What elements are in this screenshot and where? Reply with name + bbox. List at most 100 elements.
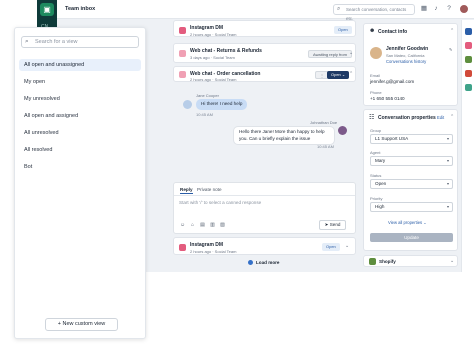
conversation-card[interactable]: Web chat - Returns & Refunds 3 days ago … xyxy=(173,43,356,63)
conversation-meta: 3 days ago · Social Team xyxy=(190,55,235,60)
priority-select[interactable]: High ▾ xyxy=(370,202,453,212)
new-custom-view-button[interactable]: + New custom view xyxy=(45,318,118,331)
contact-info-card: Contact info ☻ ⌃ Jennifer Goodwin San Ma… xyxy=(363,23,458,106)
incoming-message: Hi there! I need help xyxy=(196,99,248,110)
conversation-name: Instagram DM xyxy=(190,242,224,248)
app-icon[interactable] xyxy=(465,84,472,91)
outgoing-message: Hello there Jane! More than happy to hel… xyxy=(233,126,335,145)
status-dropdown[interactable]: Open ⌄ xyxy=(327,71,350,79)
view-item-all-unresolved[interactable]: All unresolved xyxy=(19,127,141,139)
global-search-input[interactable]: ⌕ Search conversation, contacts etc. xyxy=(333,4,415,21)
conversation-name: Instagram DM xyxy=(190,25,224,31)
conversation-meta: 2 hours ago · Social Team xyxy=(190,249,237,254)
reply-input[interactable]: Start with '/' to select a canned respon… xyxy=(179,200,261,205)
inbox-logo-icon[interactable]: ▣ xyxy=(40,3,54,16)
contact-name: Jennifer Goodwin xyxy=(386,46,429,52)
chevron-down-icon[interactable]: ⌄ xyxy=(345,243,349,249)
chat-icon xyxy=(179,71,186,78)
contact-location: San Mateo, California xyxy=(386,53,425,58)
agent-label: Agent xyxy=(370,150,381,155)
load-more-label: Load more xyxy=(256,260,280,265)
conversation-card[interactable]: Instagram DM 2 hours ago · Social Team O… xyxy=(173,237,356,255)
conversation-properties-card: ☷ Conversation properties Edit ⌃ Group L… xyxy=(363,109,458,251)
view-item-all-resolved[interactable]: All resolved xyxy=(19,144,141,156)
agent-value: Mary xyxy=(375,158,386,163)
user-avatar[interactable] xyxy=(459,4,469,14)
send-button[interactable]: ➤ Send xyxy=(319,220,346,230)
views-panel: ⌕ Search for a view All open and unassig… xyxy=(14,27,146,339)
top-bar: Team inbox ⌕ Search conversation, contac… xyxy=(37,0,474,21)
view-search-input[interactable]: ⌕ Search for a view xyxy=(21,36,139,48)
update-button[interactable]: Update xyxy=(370,233,453,242)
group-value: L1 Support USA xyxy=(375,136,409,141)
view-item-bot[interactable]: Bot xyxy=(19,161,141,173)
contact-app-icon[interactable] xyxy=(465,28,472,35)
tab-private-note[interactable]: Private note xyxy=(197,187,222,192)
properties-section-title: Conversation properties xyxy=(378,115,436,121)
chevron-up-icon[interactable]: ⌃ xyxy=(349,71,353,77)
conversation-meta: 2 hours ago · Social Team xyxy=(190,32,237,37)
more-icon[interactable]: ▧ xyxy=(219,222,226,229)
group-select[interactable]: L1 Support USA ▾ xyxy=(370,134,453,144)
group-label: Group xyxy=(370,128,382,133)
incoming-time: 10:45 AM xyxy=(196,112,213,117)
conversation-card-expanded[interactable]: Web chat - Order cancellation 2 hours ag… xyxy=(173,66,356,82)
search-icon: ⌕ xyxy=(337,6,341,12)
status-select[interactable]: Open ▾ xyxy=(370,179,453,189)
chat-thread: Jane Cooper Hi there! I need help 10:45 … xyxy=(173,82,356,182)
view-item-all-open-unassigned[interactable]: All open and unassigned xyxy=(19,59,141,71)
load-more-button[interactable]: Load more xyxy=(248,260,279,265)
search-icon: ⌕ xyxy=(25,38,29,45)
view-item-my-open[interactable]: My open xyxy=(19,76,141,88)
reply-composer: Reply Private note Start with '/' to sel… xyxy=(173,182,356,234)
priority-label: Priority xyxy=(370,196,383,201)
phone-value: +1 650 555 0140 xyxy=(370,96,405,101)
status-badge: Open xyxy=(322,243,340,251)
grid-icon[interactable]: ▦ xyxy=(420,5,428,13)
help-icon[interactable]: ? xyxy=(445,5,453,13)
conversation-card[interactable]: Instagram DM 2 hours ago · Social Team O… xyxy=(173,20,356,37)
emoji-icon[interactable]: ☺ xyxy=(179,222,186,229)
status-dropdown-label: Open xyxy=(331,72,341,77)
attachment-icon[interactable]: ⌂ xyxy=(189,222,196,229)
conversation-name: Web chat - Returns & Refunds xyxy=(190,48,262,54)
app-icon[interactable] xyxy=(465,42,472,49)
image-icon[interactable]: ▤ xyxy=(199,222,206,229)
agent-select[interactable]: Mary ▾ xyxy=(370,156,453,166)
canned-response-icon[interactable]: ▥ xyxy=(209,222,216,229)
bell-icon[interactable]: ♪ xyxy=(432,5,440,13)
status-label: Status xyxy=(370,173,382,178)
chevron-down-icon[interactable]: ⌄ xyxy=(450,258,454,264)
chevron-up-icon[interactable]: ⌃ xyxy=(450,28,454,34)
chevron-up-icon[interactable]: ⌃ xyxy=(450,114,454,120)
caret-icon: ▾ xyxy=(446,136,449,141)
tab-reply[interactable]: Reply xyxy=(180,187,193,194)
chevron-down-icon[interactable]: ⌄ xyxy=(349,50,353,56)
outgoing-time: 10:45 AM xyxy=(317,144,334,149)
contact-icon: ☻ xyxy=(369,28,376,34)
priority-value: High xyxy=(375,204,385,209)
edit-properties-link[interactable]: Edit xyxy=(437,115,444,120)
incoming-sender: Jane Cooper xyxy=(196,93,219,98)
app-icon[interactable] xyxy=(465,70,472,77)
email-value: jennifer.g@gmail.com xyxy=(370,79,415,84)
edit-contact-icon[interactable]: ✎ xyxy=(449,47,452,52)
view-item-all-open-assigned[interactable]: All open and assigned xyxy=(19,110,141,122)
load-more-icon xyxy=(248,260,253,265)
conversation-history-link[interactable]: Conversations history xyxy=(386,59,426,64)
global-search-placeholder: Search conversation, contacts etc. xyxy=(346,7,407,21)
outgoing-sender: Johnathan Doe xyxy=(310,120,338,125)
new-custom-view-label: New custom view xyxy=(62,321,106,327)
shopify-card[interactable]: Shopify ⌄ xyxy=(363,255,458,267)
instagram-icon xyxy=(179,27,186,34)
contact-section-title: Contact info xyxy=(378,29,408,35)
view-all-properties-link[interactable]: View all properties ⌄ xyxy=(388,220,427,225)
status-badge: Open xyxy=(334,26,352,34)
view-search-placeholder: Search for a view xyxy=(35,39,78,45)
instagram-icon xyxy=(179,244,186,251)
caret-icon: ▾ xyxy=(446,158,449,163)
chat-icon xyxy=(179,50,186,57)
caret-icon: ▾ xyxy=(446,204,449,209)
view-item-my-unresolved[interactable]: My unresolved xyxy=(19,93,141,105)
shopify-app-icon[interactable] xyxy=(465,56,472,63)
